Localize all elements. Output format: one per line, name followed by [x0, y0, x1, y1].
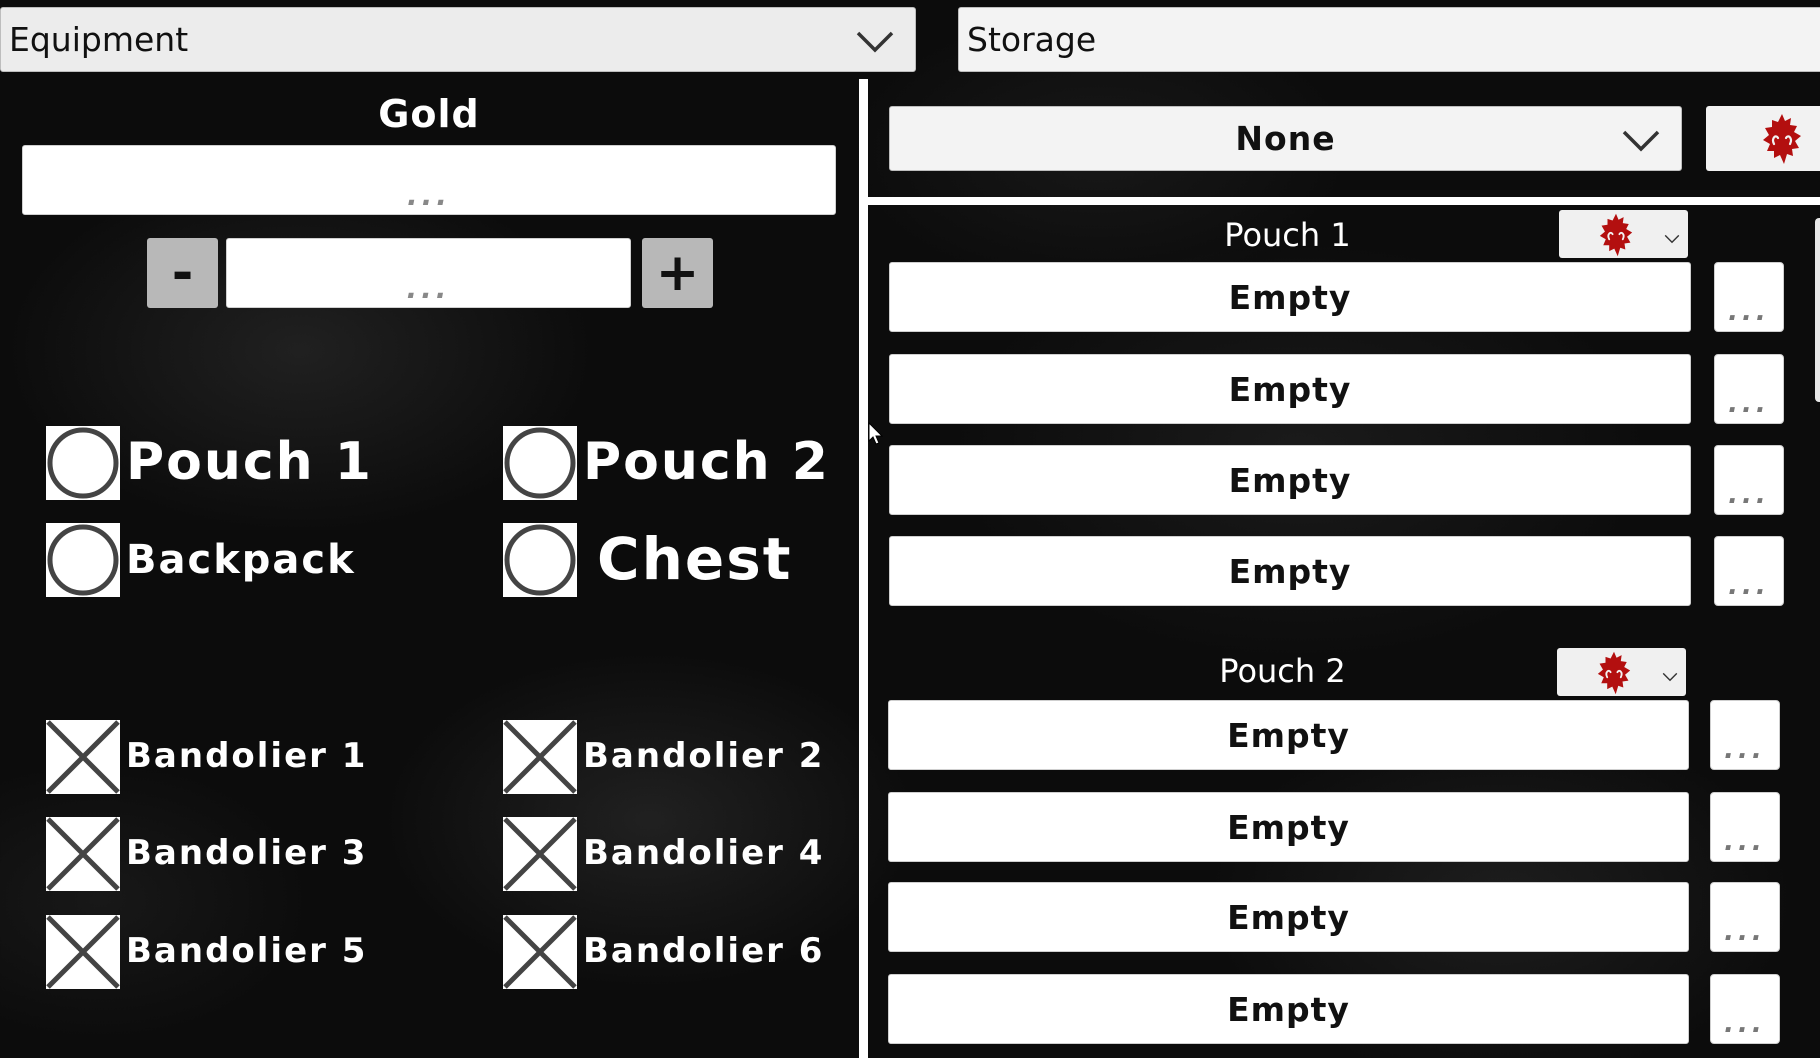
slot-value: Empty: [1227, 715, 1350, 755]
chevron-down-icon: [855, 30, 895, 54]
slot-more-button[interactable]: ...: [1714, 445, 1784, 515]
radio-icon[interactable]: [503, 523, 577, 597]
slot-more-button[interactable]: ...: [1710, 792, 1780, 862]
storage-filter-dropdown[interactable]: None: [889, 106, 1682, 171]
slot-value: Empty: [1227, 897, 1350, 937]
storage-divider: [868, 197, 1820, 205]
plus-icon: +: [655, 243, 700, 303]
storage-dropdown[interactable]: Storage: [958, 7, 1820, 72]
container-label: Pouch 2: [583, 432, 830, 492]
bandolier-option[interactable]: Bandolier 5: [46, 915, 396, 989]
storage-slot[interactable]: Empty: [889, 536, 1691, 606]
radio-icon[interactable]: [503, 426, 577, 500]
emblem-button[interactable]: [1706, 106, 1820, 171]
gold-value-placeholder: ...: [407, 179, 451, 212]
slot-value: Empty: [1228, 460, 1352, 500]
gold-amount-input[interactable]: ...: [226, 238, 631, 308]
slot-more-button[interactable]: ...: [1714, 262, 1784, 332]
radio-icon[interactable]: [46, 523, 120, 597]
storage-slot[interactable]: Empty: [889, 262, 1691, 332]
storage-section-label: Pouch 2: [1219, 652, 1346, 690]
bandolier-option[interactable]: Bandolier 6: [503, 915, 853, 989]
slot-value: Empty: [1228, 369, 1352, 409]
chevron-down-icon: [1621, 129, 1661, 153]
red-spiked-emblem-icon: [1762, 114, 1802, 164]
bandolier-option[interactable]: Bandolier 1: [46, 720, 396, 794]
red-spiked-emblem-icon: [1599, 213, 1633, 257]
gold-value-field[interactable]: ...: [22, 145, 836, 215]
container-label: Chest: [597, 525, 793, 593]
slot-more-button[interactable]: ...: [1714, 536, 1784, 606]
slot-more-button[interactable]: ...: [1714, 354, 1784, 424]
bandolier-label: Bandolier 6: [583, 931, 825, 971]
bandolier-label: Bandolier 4: [583, 833, 825, 873]
storage-filter-value: None: [1235, 119, 1336, 158]
ellipsis-icon: ...: [1728, 297, 1770, 327]
bandolier-label: Bandolier 3: [126, 833, 368, 873]
equipment-dropdown-label: Equipment: [9, 20, 189, 59]
slot-value: Empty: [1228, 277, 1352, 317]
equipment-dropdown[interactable]: Equipment: [0, 7, 916, 72]
storage-slot[interactable]: Empty: [889, 354, 1691, 424]
storage-section-label: Pouch 1: [1224, 216, 1351, 254]
ellipsis-icon: ...: [1724, 827, 1766, 857]
container-label: Pouch 1: [126, 432, 373, 492]
x-mark-icon[interactable]: [46, 915, 120, 989]
ellipsis-icon: ...: [1728, 389, 1770, 419]
container-label: Backpack: [126, 537, 356, 583]
storage-slot[interactable]: Empty: [888, 700, 1689, 770]
x-mark-icon[interactable]: [503, 915, 577, 989]
storage-scrollbar[interactable]: [1815, 218, 1820, 402]
gold-label: Gold: [378, 92, 480, 136]
slot-more-button[interactable]: ...: [1710, 700, 1780, 770]
bandolier-label: Bandolier 2: [583, 736, 825, 776]
container-option-backpack[interactable]: Backpack: [46, 523, 396, 597]
ellipsis-icon: ...: [1728, 571, 1770, 601]
container-option-pouch-1[interactable]: Pouch 1: [46, 426, 396, 500]
ellipsis-icon: ...: [1724, 735, 1766, 765]
ellipsis-icon: ...: [1724, 917, 1766, 947]
gold-increment-button[interactable]: +: [642, 238, 713, 308]
storage-slot[interactable]: Empty: [888, 882, 1689, 952]
slot-more-button[interactable]: ...: [1710, 882, 1780, 952]
gold-amount-placeholder: ...: [406, 272, 451, 305]
container-option-chest[interactable]: Chest: [503, 523, 853, 597]
storage-dropdown-label: Storage: [967, 20, 1097, 59]
panel-divider: [859, 79, 868, 1058]
section-selector-dropdown[interactable]: [1559, 210, 1688, 258]
bandolier-label: Bandolier 1: [126, 736, 368, 776]
chevron-down-icon: [1662, 667, 1678, 686]
gold-decrement-button[interactable]: -: [147, 238, 218, 308]
red-spiked-emblem-icon: [1597, 651, 1631, 695]
x-mark-icon[interactable]: [503, 720, 577, 794]
storage-slot[interactable]: Empty: [888, 974, 1689, 1044]
minus-icon: -: [171, 243, 194, 303]
mouse-cursor-icon: [868, 422, 884, 445]
slot-value: Empty: [1228, 551, 1352, 591]
ellipsis-icon: ...: [1728, 480, 1770, 510]
bandolier-option[interactable]: Bandolier 3: [46, 817, 396, 891]
slot-value: Empty: [1227, 807, 1350, 847]
x-mark-icon[interactable]: [503, 817, 577, 891]
chevron-down-icon: [1664, 229, 1680, 248]
slot-more-button[interactable]: ...: [1710, 974, 1780, 1044]
ellipsis-icon: ...: [1724, 1009, 1766, 1039]
x-mark-icon[interactable]: [46, 720, 120, 794]
storage-slot[interactable]: Empty: [888, 792, 1689, 862]
bandolier-option[interactable]: Bandolier 2: [503, 720, 853, 794]
bandolier-label: Bandolier 5: [126, 931, 368, 971]
bandolier-option[interactable]: Bandolier 4: [503, 817, 853, 891]
x-mark-icon[interactable]: [46, 817, 120, 891]
storage-slot[interactable]: Empty: [889, 445, 1691, 515]
radio-icon[interactable]: [46, 426, 120, 500]
container-option-pouch-2[interactable]: Pouch 2: [503, 426, 853, 500]
section-selector-dropdown[interactable]: [1557, 648, 1686, 696]
slot-value: Empty: [1227, 989, 1350, 1029]
